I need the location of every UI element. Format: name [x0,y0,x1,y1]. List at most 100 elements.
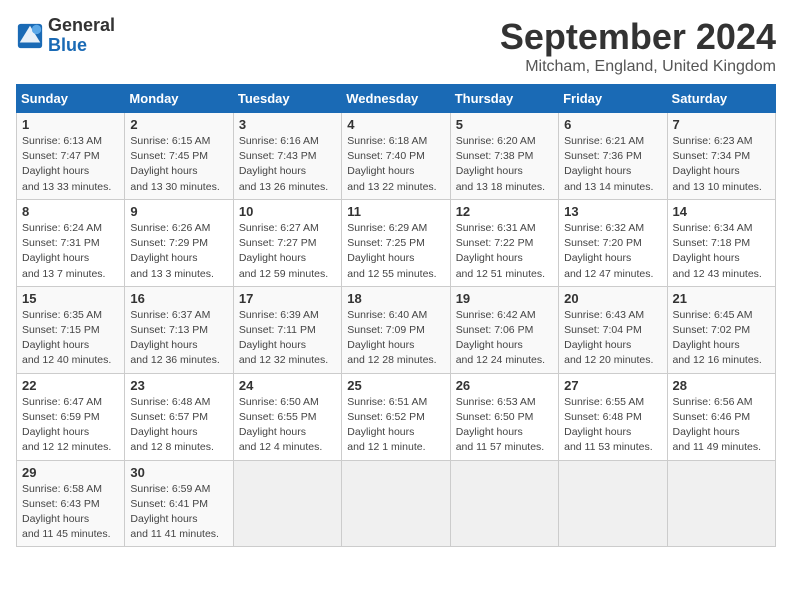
table-row: 27 Sunrise: 6:55 AMSunset: 6:48 PMDaylig… [559,373,667,460]
day-info: Sunrise: 6:16 AMSunset: 7:43 PMDaylight … [239,134,336,195]
col-thursday: Thursday [450,85,558,113]
day-info: Sunrise: 6:58 AMSunset: 6:43 PMDaylight … [22,482,119,543]
col-sunday: Sunday [17,85,125,113]
day-number: 18 [347,291,444,306]
day-number: 17 [239,291,336,306]
calendar-body: 1 Sunrise: 6:13 AMSunset: 7:47 PMDayligh… [17,113,776,547]
logo-line1: General [48,16,115,36]
day-info: Sunrise: 6:50 AMSunset: 6:55 PMDaylight … [239,395,336,456]
calendar-week: 22 Sunrise: 6:47 AMSunset: 6:59 PMDaylig… [17,373,776,460]
calendar-week: 29 Sunrise: 6:58 AMSunset: 6:43 PMDaylig… [17,460,776,547]
day-info: Sunrise: 6:21 AMSunset: 7:36 PMDaylight … [564,134,661,195]
table-row: 4 Sunrise: 6:18 AMSunset: 7:40 PMDayligh… [342,113,450,200]
table-row: 20 Sunrise: 6:43 AMSunset: 7:04 PMDaylig… [559,286,667,373]
table-row: 1 Sunrise: 6:13 AMSunset: 7:47 PMDayligh… [17,113,125,200]
table-row: 12 Sunrise: 6:31 AMSunset: 7:22 PMDaylig… [450,199,558,286]
logo-line2: Blue [48,36,115,56]
day-number: 29 [22,465,119,480]
table-row: 19 Sunrise: 6:42 AMSunset: 7:06 PMDaylig… [450,286,558,373]
table-row: 2 Sunrise: 6:15 AMSunset: 7:45 PMDayligh… [125,113,233,200]
col-saturday: Saturday [667,85,775,113]
day-number: 20 [564,291,661,306]
table-row: 3 Sunrise: 6:16 AMSunset: 7:43 PMDayligh… [233,113,341,200]
col-monday: Monday [125,85,233,113]
day-number: 24 [239,378,336,393]
day-number: 26 [456,378,553,393]
page-header: General Blue September 2024 Mitcham, Eng… [16,16,776,76]
day-info: Sunrise: 6:20 AMSunset: 7:38 PMDaylight … [456,134,553,195]
table-row: 24 Sunrise: 6:50 AMSunset: 6:55 PMDaylig… [233,373,341,460]
table-row: 26 Sunrise: 6:53 AMSunset: 6:50 PMDaylig… [450,373,558,460]
day-info: Sunrise: 6:24 AMSunset: 7:31 PMDaylight … [22,221,119,282]
calendar-week: 8 Sunrise: 6:24 AMSunset: 7:31 PMDayligh… [17,199,776,286]
day-number: 22 [22,378,119,393]
day-info: Sunrise: 6:27 AMSunset: 7:27 PMDaylight … [239,221,336,282]
day-number: 2 [130,117,227,132]
calendar-subtitle: Mitcham, England, United Kingdom [500,58,776,76]
day-number: 11 [347,204,444,219]
day-number: 14 [673,204,770,219]
table-row: 9 Sunrise: 6:26 AMSunset: 7:29 PMDayligh… [125,199,233,286]
day-info: Sunrise: 6:39 AMSunset: 7:11 PMDaylight … [239,308,336,369]
day-info: Sunrise: 6:34 AMSunset: 7:18 PMDaylight … [673,221,770,282]
calendar-table: Sunday Monday Tuesday Wednesday Thursday… [16,84,776,547]
table-row: 15 Sunrise: 6:35 AMSunset: 7:15 PMDaylig… [17,286,125,373]
day-info: Sunrise: 6:48 AMSunset: 6:57 PMDaylight … [130,395,227,456]
day-info: Sunrise: 6:59 AMSunset: 6:41 PMDaylight … [130,482,227,543]
day-info: Sunrise: 6:13 AMSunset: 7:47 PMDaylight … [22,134,119,195]
table-row: 28 Sunrise: 6:56 AMSunset: 6:46 PMDaylig… [667,373,775,460]
day-number: 16 [130,291,227,306]
col-tuesday: Tuesday [233,85,341,113]
day-info: Sunrise: 6:18 AMSunset: 7:40 PMDaylight … [347,134,444,195]
day-number: 23 [130,378,227,393]
day-number: 12 [456,204,553,219]
day-number: 4 [347,117,444,132]
table-row: 23 Sunrise: 6:48 AMSunset: 6:57 PMDaylig… [125,373,233,460]
day-number: 15 [22,291,119,306]
day-number: 3 [239,117,336,132]
day-number: 19 [456,291,553,306]
day-info: Sunrise: 6:42 AMSunset: 7:06 PMDaylight … [456,308,553,369]
day-info: Sunrise: 6:26 AMSunset: 7:29 PMDaylight … [130,221,227,282]
day-number: 13 [564,204,661,219]
table-row [450,460,558,547]
day-number: 21 [673,291,770,306]
table-row: 30 Sunrise: 6:59 AMSunset: 6:41 PMDaylig… [125,460,233,547]
table-row [559,460,667,547]
table-row: 6 Sunrise: 6:21 AMSunset: 7:36 PMDayligh… [559,113,667,200]
day-info: Sunrise: 6:47 AMSunset: 6:59 PMDaylight … [22,395,119,456]
day-number: 27 [564,378,661,393]
day-info: Sunrise: 6:37 AMSunset: 7:13 PMDaylight … [130,308,227,369]
table-row [342,460,450,547]
day-number: 1 [22,117,119,132]
table-row: 18 Sunrise: 6:40 AMSunset: 7:09 PMDaylig… [342,286,450,373]
table-row [667,460,775,547]
table-row: 21 Sunrise: 6:45 AMSunset: 7:02 PMDaylig… [667,286,775,373]
logo: General Blue [16,16,115,56]
title-block: September 2024 Mitcham, England, United … [500,16,776,76]
day-number: 25 [347,378,444,393]
table-row [233,460,341,547]
day-info: Sunrise: 6:53 AMSunset: 6:50 PMDaylight … [456,395,553,456]
table-row: 13 Sunrise: 6:32 AMSunset: 7:20 PMDaylig… [559,199,667,286]
table-row: 5 Sunrise: 6:20 AMSunset: 7:38 PMDayligh… [450,113,558,200]
table-row: 25 Sunrise: 6:51 AMSunset: 6:52 PMDaylig… [342,373,450,460]
day-info: Sunrise: 6:23 AMSunset: 7:34 PMDaylight … [673,134,770,195]
day-info: Sunrise: 6:40 AMSunset: 7:09 PMDaylight … [347,308,444,369]
table-row: 29 Sunrise: 6:58 AMSunset: 6:43 PMDaylig… [17,460,125,547]
logo-text: General Blue [48,16,115,56]
table-row: 17 Sunrise: 6:39 AMSunset: 7:11 PMDaylig… [233,286,341,373]
day-info: Sunrise: 6:35 AMSunset: 7:15 PMDaylight … [22,308,119,369]
table-row: 7 Sunrise: 6:23 AMSunset: 7:34 PMDayligh… [667,113,775,200]
calendar-week: 1 Sunrise: 6:13 AMSunset: 7:47 PMDayligh… [17,113,776,200]
day-number: 8 [22,204,119,219]
calendar-week: 15 Sunrise: 6:35 AMSunset: 7:15 PMDaylig… [17,286,776,373]
day-info: Sunrise: 6:15 AMSunset: 7:45 PMDaylight … [130,134,227,195]
day-info: Sunrise: 6:55 AMSunset: 6:48 PMDaylight … [564,395,661,456]
day-number: 30 [130,465,227,480]
day-number: 5 [456,117,553,132]
day-info: Sunrise: 6:56 AMSunset: 6:46 PMDaylight … [673,395,770,456]
header-row: Sunday Monday Tuesday Wednesday Thursday… [17,85,776,113]
day-number: 10 [239,204,336,219]
table-row: 10 Sunrise: 6:27 AMSunset: 7:27 PMDaylig… [233,199,341,286]
